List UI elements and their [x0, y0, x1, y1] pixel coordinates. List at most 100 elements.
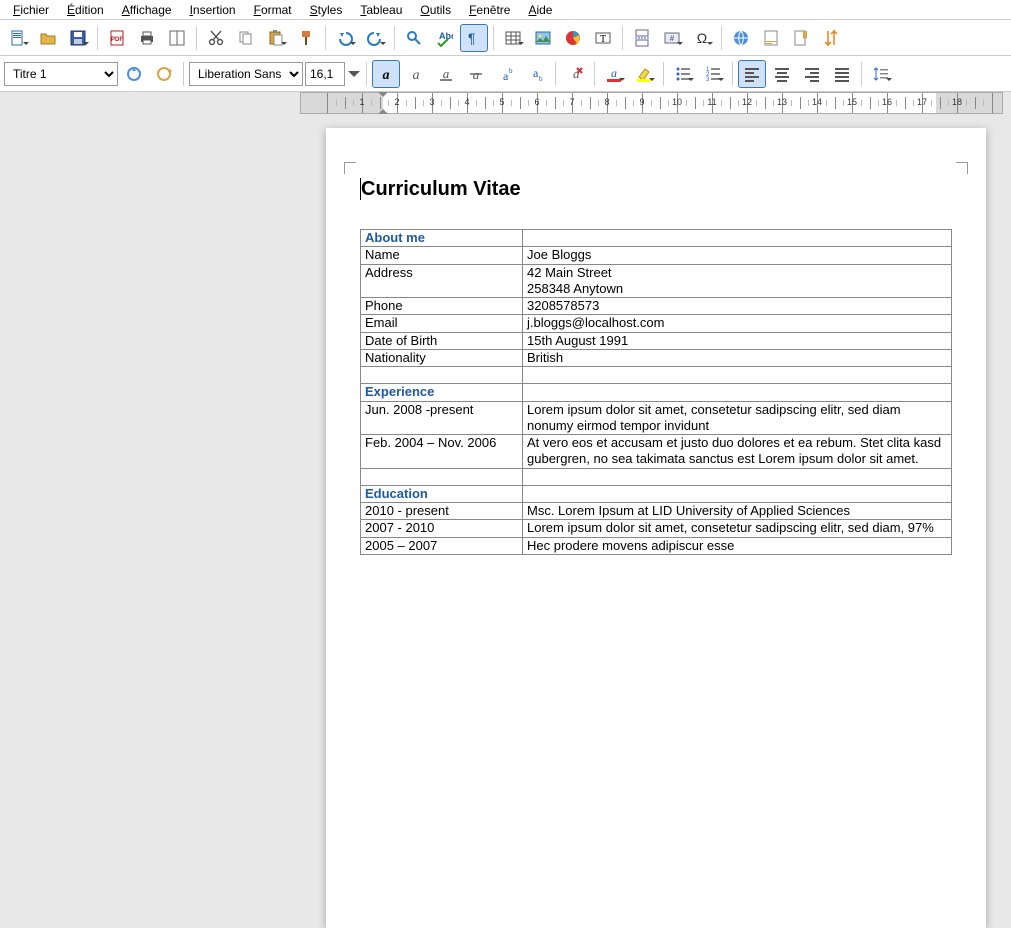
insert-textbox-button[interactable]: T — [589, 24, 617, 52]
table-row[interactable]: 2010 - presentMsc. Lorem Ipsum at LID Un… — [361, 503, 952, 520]
superscript-button[interactable]: ab — [492, 60, 520, 88]
insert-chart-button[interactable] — [559, 24, 587, 52]
table-row[interactable]: Jun. 2008 -presentLorem ipsum dolor sit … — [361, 401, 952, 435]
insert-footnote-button[interactable] — [757, 24, 785, 52]
table-row[interactable]: Feb. 2004 – Nov. 2006At vero eos et accu… — [361, 435, 952, 469]
cell-label[interactable]: 2007 - 2010 — [361, 520, 523, 537]
new-button[interactable] — [4, 24, 32, 52]
cell-label[interactable]: Phone — [361, 298, 523, 315]
underline-button[interactable]: a — [432, 60, 460, 88]
page-title[interactable]: Curriculum Vitae — [360, 178, 952, 201]
menu-tableau[interactable]: Tableau — [351, 2, 411, 18]
insert-hyperlink-button[interactable] — [727, 24, 755, 52]
table-row[interactable]: 2005 – 2007Hec prodere movens adipiscur … — [361, 537, 952, 554]
cell-label[interactable]: Name — [361, 247, 523, 264]
font-size-combo[interactable] — [305, 62, 345, 86]
table-row[interactable]: Emailj.bloggs@localhost.com — [361, 315, 952, 332]
cell-label[interactable]: 2010 - present — [361, 503, 523, 520]
menu-aide[interactable]: Aide — [519, 2, 561, 18]
numbered-list-button[interactable]: 123 — [699, 60, 727, 88]
font-name-combo[interactable]: Liberation Sans — [189, 62, 303, 86]
cell-value[interactable]: Msc. Lorem Ipsum at LID University of Ap… — [523, 503, 952, 520]
section-header[interactable]: Experience — [361, 384, 523, 401]
find-replace-button[interactable] — [400, 24, 428, 52]
cell-value[interactable]: 15th August 1991 — [523, 332, 952, 349]
section-header[interactable]: Education — [361, 485, 523, 502]
undo-button[interactable] — [331, 24, 359, 52]
save-button[interactable] — [64, 24, 92, 52]
cell-value[interactable]: j.bloggs@localhost.com — [523, 315, 952, 332]
table-row[interactable]: Phone3208578573 — [361, 298, 952, 315]
insert-field-button[interactable]: # — [658, 24, 686, 52]
cell-value[interactable]: 3208578573 — [523, 298, 952, 315]
spellcheck-button[interactable]: Abc — [430, 24, 458, 52]
bold-button[interactable]: a — [372, 60, 400, 88]
align-left-button[interactable] — [738, 60, 766, 88]
strikethrough-button[interactable]: a — [462, 60, 490, 88]
menu-outils[interactable]: Outils — [411, 2, 460, 18]
insert-page-break-button[interactable] — [628, 24, 656, 52]
cell-value[interactable]: British — [523, 349, 952, 366]
cell-value[interactable]: Hec prodere movens adipiscur esse — [523, 537, 952, 554]
menu-edition[interactable]: Édition — [58, 2, 113, 18]
insert-table-button[interactable] — [499, 24, 527, 52]
cell-label[interactable]: Email — [361, 315, 523, 332]
line-spacing-button[interactable] — [867, 60, 895, 88]
cell-label[interactable]: Date of Birth — [361, 332, 523, 349]
menu-fenetre[interactable]: Fenêtre — [460, 2, 519, 18]
highlight-color-button[interactable] — [630, 60, 658, 88]
align-justify-button[interactable] — [828, 60, 856, 88]
cell-label[interactable]: Jun. 2008 -present — [361, 401, 523, 435]
formatting-marks-button[interactable]: ¶ — [460, 24, 488, 52]
insert-cross-ref-button[interactable] — [817, 24, 845, 52]
cell-value[interactable]: At vero eos et accusam et justo duo dolo… — [523, 435, 952, 469]
svg-text:a: a — [413, 68, 420, 83]
table-row[interactable]: 2007 - 2010Lorem ipsum dolor sit amet, c… — [361, 520, 952, 537]
new-style-button[interactable] — [150, 60, 178, 88]
menu-insertion[interactable]: Insertion — [181, 2, 245, 18]
cell-value[interactable]: Lorem ipsum dolor sit amet, consetetur s… — [523, 520, 952, 537]
paste-button[interactable] — [262, 24, 290, 52]
print-preview-button[interactable] — [163, 24, 191, 52]
subscript-button[interactable]: ab — [522, 60, 550, 88]
cv-table[interactable]: About meNameJoe BloggsAddress42 Main Str… — [360, 229, 952, 555]
font-color-button[interactable]: a — [600, 60, 628, 88]
menu-affichage[interactable]: Affichage — [113, 2, 181, 18]
table-row[interactable]: NationalityBritish — [361, 349, 952, 366]
menu-fichier[interactable]: Fichier — [4, 2, 58, 18]
copy-button[interactable] — [232, 24, 260, 52]
cut-button[interactable] — [202, 24, 230, 52]
table-row[interactable]: Date of Birth15th August 1991 — [361, 332, 952, 349]
print-button[interactable] — [133, 24, 161, 52]
document-body[interactable]: Curriculum Vitae About meNameJoe BloggsA… — [360, 178, 952, 555]
cell-value[interactable]: Joe Bloggs — [523, 247, 952, 264]
section-header[interactable]: About me — [361, 230, 523, 247]
font-size-dropdown-icon[interactable] — [347, 60, 361, 88]
cell-label[interactable]: Feb. 2004 – Nov. 2006 — [361, 435, 523, 469]
table-row[interactable]: Address42 Main Street258348 Anytown — [361, 264, 952, 298]
align-right-button[interactable] — [798, 60, 826, 88]
open-button[interactable] — [34, 24, 62, 52]
table-row[interactable]: NameJoe Bloggs — [361, 247, 952, 264]
insert-bookmark-button[interactable] — [787, 24, 815, 52]
menu-styles[interactable]: Styles — [301, 2, 352, 18]
export-pdf-button[interactable]: PDF — [103, 24, 131, 52]
insert-special-char-button[interactable]: Ω — [688, 24, 716, 52]
cell-label[interactable]: 2005 – 2007 — [361, 537, 523, 554]
cell-value[interactable]: Lorem ipsum dolor sit amet, consetetur s… — [523, 401, 952, 435]
cell-label[interactable]: Address — [361, 264, 523, 298]
clone-formatting-button[interactable] — [292, 24, 320, 52]
horizontal-ruler[interactable]: 123456789101112131415161718 — [300, 92, 1003, 114]
align-center-button[interactable] — [768, 60, 796, 88]
svg-text:#: # — [670, 34, 675, 43]
update-style-button[interactable] — [120, 60, 148, 88]
italic-button[interactable]: a — [402, 60, 430, 88]
clear-formatting-button[interactable]: a — [561, 60, 589, 88]
cell-value[interactable]: 42 Main Street258348 Anytown — [523, 264, 952, 298]
bullet-list-button[interactable] — [669, 60, 697, 88]
redo-button[interactable] — [361, 24, 389, 52]
paragraph-style-combo[interactable]: Titre 1 — [4, 62, 118, 86]
insert-image-button[interactable] — [529, 24, 557, 52]
menu-format[interactable]: Format — [245, 2, 301, 18]
cell-label[interactable]: Nationality — [361, 349, 523, 366]
